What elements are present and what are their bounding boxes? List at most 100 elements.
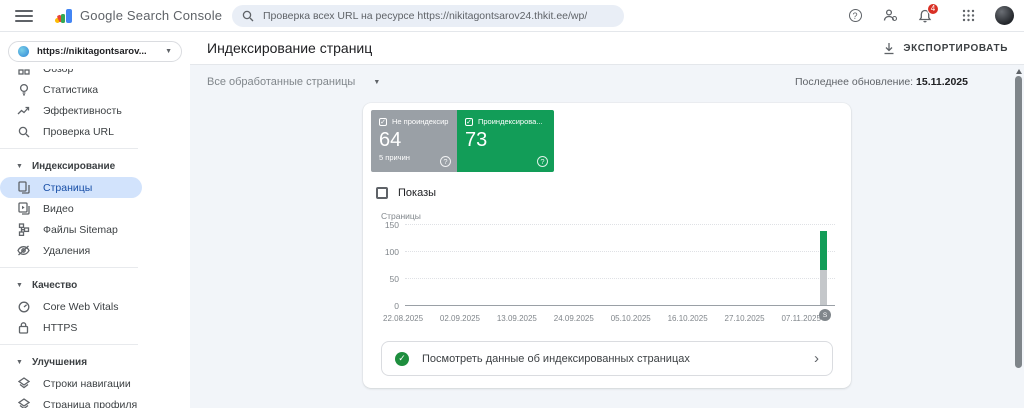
search-input-value: Проверка всех URL на ресурсе https://nik… [263, 10, 588, 22]
section-collapse-icon: ▼ [16, 281, 23, 289]
google-apps-grid-icon[interactable] [960, 8, 976, 24]
stacked-bar[interactable] [820, 224, 827, 305]
help-question-icon[interactable]: ? [537, 156, 548, 167]
sidebar-divider [0, 344, 138, 345]
pages-icon [17, 181, 30, 194]
account-settings-icon[interactable] [882, 8, 898, 24]
x-tick: 05.10.2025 [610, 314, 651, 323]
sidebar-item-profile-page[interactable]: Страница профиля [0, 394, 142, 408]
not-indexed-count: 64 [379, 129, 402, 151]
sidebar-item-pages[interactable]: Страницы [0, 177, 142, 198]
bar-indexed-segment [820, 231, 827, 271]
sidebar-item-breadcrumbs[interactable]: Строки навигации [0, 373, 142, 394]
gauge-icon [17, 300, 30, 313]
eye-off-icon [17, 244, 30, 257]
pages-chart: Страницы 150 100 50 0 S 22.08.2025 02.09… [381, 211, 835, 323]
stacked-diamond-icon [17, 398, 30, 408]
chevron-down-icon: ▼ [373, 78, 381, 86]
y-tick: 50 [389, 274, 399, 284]
magnifier-icon [17, 125, 30, 138]
notification-count-badge: 4 [927, 2, 939, 15]
y-tick: 100 [384, 247, 399, 257]
index-coverage-card: ✓ Не проиндексир... 64 5 причин ? ✓ Прои… [363, 103, 851, 388]
checkbox-checked-icon[interactable]: ✓ [465, 117, 473, 126]
not-indexed-reasons: 5 причин [379, 153, 410, 162]
sidebar-divider [0, 267, 138, 268]
checkbox-unchecked-icon[interactable] [376, 187, 388, 199]
chevron-right-icon: › [814, 350, 819, 367]
checkbox-checked-icon[interactable]: ✓ [379, 117, 387, 126]
trending-up-icon [17, 104, 30, 117]
lock-icon [17, 321, 30, 334]
property-globe-icon [18, 46, 29, 57]
chevron-down-icon: ▼ [165, 48, 172, 55]
sidebar-item-core-web-vitals[interactable]: Core Web Vitals [0, 296, 142, 317]
sidebar-item-sitemaps[interactable]: Файлы Sitemap [0, 219, 142, 240]
chart-x-axis: 22.08.2025 02.09.2025 13.09.2025 24.09.2… [383, 314, 821, 323]
export-button[interactable]: ЭКСПОРТИРОВАТЬ [883, 42, 1008, 55]
app-title: Google Search Console [80, 8, 223, 23]
scrollbar-thumb[interactable] [1015, 76, 1022, 368]
url-inspection-search-input[interactable]: Проверка всех URL на ресурсе https://nik… [232, 5, 624, 27]
sidebar-item-url-inspection[interactable]: Проверка URL [0, 121, 142, 142]
sidebar-item-video[interactable]: Видео [0, 198, 142, 219]
stacked-diamond-icon [17, 377, 30, 390]
scrollbar-up-arrow-icon[interactable] [1015, 69, 1022, 74]
section-indexing[interactable]: ▼ Индексирование [0, 155, 190, 177]
app-logo[interactable]: Google Search Console [55, 8, 222, 24]
sidebar-nav: Обзор Статистика Эффективность Проверка … [0, 69, 190, 408]
search-icon [242, 10, 254, 22]
x-tick: 24.09.2025 [553, 314, 594, 323]
page-title: Индексирование страниц [207, 40, 373, 56]
section-quality[interactable]: ▼ Качество [0, 274, 190, 296]
sidebar-divider [0, 148, 138, 149]
x-tick: 27.10.2025 [724, 314, 765, 323]
y-tick: 150 [384, 220, 399, 230]
x-tick: 13.09.2025 [496, 314, 537, 323]
content-header: Индексирование страниц ЭКСПОРТИРОВАТЬ [190, 32, 1024, 65]
chart-plot: 150 100 50 0 S [385, 220, 835, 321]
top-app-bar: Google Search Console Проверка всех URL … [0, 0, 1024, 32]
lightbulb-icon [17, 83, 30, 96]
user-avatar[interactable] [995, 6, 1014, 25]
processed-pages-filter-dropdown[interactable]: Все обработанные страницы ▼ [207, 76, 380, 88]
section-collapse-icon: ▼ [16, 162, 23, 170]
download-icon [884, 42, 894, 54]
chart-event-marker[interactable]: S [819, 309, 831, 321]
sidebar-item-performance[interactable]: Эффективность [0, 100, 142, 121]
indexed-count: 73 [465, 129, 488, 151]
search-console-logo-icon [55, 8, 72, 24]
sidebar-item-statistics[interactable]: Статистика [0, 79, 142, 100]
last-update: Последнее обновление: 15.11.2025 [794, 76, 968, 88]
navigation-sidebar: https://nikitagontsarov... ▼ Обзор Стати… [0, 32, 190, 408]
sidebar-item-https[interactable]: HTTPS [0, 317, 142, 338]
content-body: Все обработанные страницы ▼ Последнее об… [190, 65, 1024, 408]
property-url: https://nikitagontsarov... [37, 46, 147, 57]
y-tick: 0 [394, 301, 399, 311]
sitemap-icon [17, 223, 30, 236]
main-content: Индексирование страниц ЭКСПОРТИРОВАТЬ Вс… [190, 32, 1024, 408]
bar-not-indexed-segment [820, 270, 827, 305]
main-menu-icon[interactable] [15, 9, 33, 22]
chart-y-axis-label: Страницы [381, 211, 421, 221]
sidebar-item-overview[interactable]: Обзор [0, 69, 142, 79]
x-tick: 22.08.2025 [383, 314, 424, 323]
sidebar-item-removals[interactable]: Удаления [0, 240, 142, 261]
page-scrollbar[interactable] [1013, 65, 1024, 408]
card-not-indexed[interactable]: ✓ Не проиндексир... 64 5 причин ? [371, 110, 457, 172]
notifications-bell-icon[interactable]: 4 [917, 2, 939, 24]
x-tick: 16.10.2025 [667, 314, 708, 323]
section-collapse-icon: ▼ [16, 358, 23, 366]
help-icon[interactable]: ? [847, 8, 863, 24]
overview-grid-icon [17, 69, 30, 75]
property-selector[interactable]: https://nikitagontsarov... ▼ [8, 41, 182, 62]
last-update-date: 15.11.2025 [916, 76, 968, 88]
view-indexed-pages-banner[interactable]: ✓ Посмотреть данные об индексированных с… [381, 341, 833, 376]
x-tick: 02.09.2025 [439, 314, 480, 323]
video-icon [17, 202, 30, 215]
section-enhancements[interactable]: ▼ Улучшения [0, 351, 190, 373]
impressions-toggle[interactable]: Показы [376, 187, 851, 199]
x-tick: 07.11.2025 [781, 314, 821, 323]
help-question-icon[interactable]: ? [440, 156, 451, 167]
card-indexed[interactable]: ✓ Проиндексирова... 73 ? [457, 110, 554, 172]
